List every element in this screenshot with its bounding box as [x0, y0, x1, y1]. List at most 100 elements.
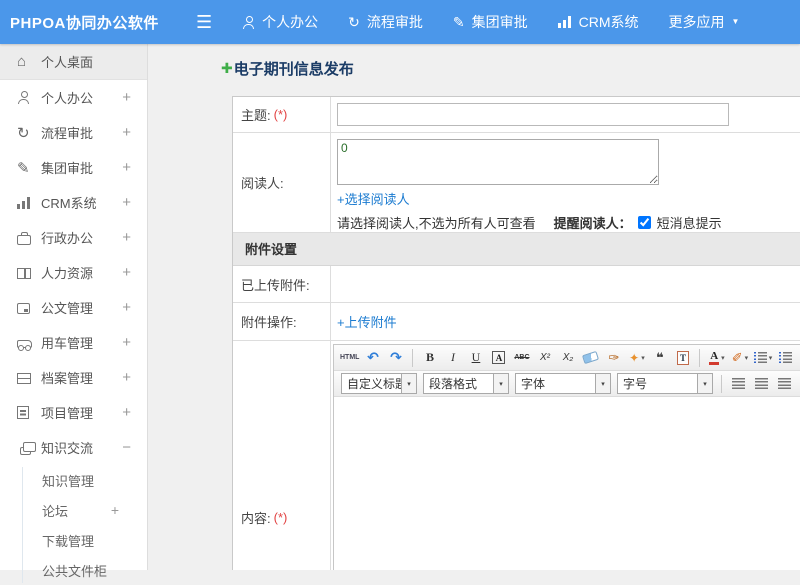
expand-toggle[interactable]: +: [122, 264, 131, 281]
edit-icon: ✎: [17, 159, 41, 177]
sidebar-subitem-label: 下载管理: [42, 531, 119, 550]
label-text: 阅读人:: [241, 173, 284, 192]
sidebar-item-document-mgmt[interactable]: 公文管理 +: [0, 290, 147, 325]
underline-button[interactable]: U: [465, 347, 486, 368]
sidebar-item-hr[interactable]: 人力资源 +: [0, 255, 147, 290]
align-left-button[interactable]: [728, 373, 749, 394]
nav-personal-office[interactable]: 个人办公: [242, 12, 318, 32]
readers-note: 请选择阅读人,不选为所有人可查看: [337, 213, 536, 232]
caret-down-icon: ▾: [721, 354, 725, 362]
sidebar-item-vehicle-mgmt[interactable]: 用车管理 +: [0, 325, 147, 360]
undo-button[interactable]: ↶: [362, 347, 383, 368]
align-right-icon: [778, 378, 791, 389]
paste-plain-text-button[interactable]: T: [672, 347, 693, 368]
page-title: ✚ 电子期刊信息发布: [221, 58, 800, 79]
format-eraser-button[interactable]: [580, 347, 601, 368]
sidebar-subitem-download-mgmt[interactable]: 下载管理: [0, 525, 147, 555]
page-title-text: 电子期刊信息发布: [234, 58, 354, 79]
sidebar-item-personal-office[interactable]: 个人办公 +: [0, 80, 147, 115]
nav-label: 集团审批: [472, 12, 528, 32]
readers-textarea[interactable]: 0: [337, 139, 659, 185]
custom-title-select[interactable]: 自定义标题 ▾: [341, 373, 417, 394]
expand-toggle[interactable]: +: [122, 194, 131, 211]
sidebar-subitem-knowledge-mgmt[interactable]: 知识管理: [0, 465, 147, 495]
paragraph-format-select[interactable]: 段落格式 ▾: [423, 373, 509, 394]
subject-value-cell: [331, 97, 800, 132]
sidebar-item-label: 项目管理: [41, 403, 122, 422]
nav-workflow-approval[interactable]: ↻ 流程审批: [348, 12, 423, 32]
required-mark: (*): [274, 510, 288, 525]
caret-down-icon: ▾: [769, 354, 773, 362]
highlight-button[interactable]: ✐▾: [729, 347, 750, 368]
person-icon: [242, 16, 255, 29]
uploaded-attachments-value: [331, 266, 800, 302]
expand-toggle[interactable]: +: [122, 299, 131, 316]
bullet-list-icon: [779, 352, 792, 363]
person-icon: [17, 91, 41, 104]
sidebar-item-project-mgmt[interactable]: 项目管理 +: [0, 395, 147, 430]
align-right-button[interactable]: [774, 373, 795, 394]
numbered-list-icon: [754, 352, 767, 363]
bar-chart-icon: [17, 197, 41, 209]
format-painter-button[interactable]: ✑: [603, 347, 624, 368]
sidebar-item-group-approval[interactable]: ✎ 集团审批 +: [0, 150, 147, 185]
clipboard-text-icon: T: [677, 351, 689, 365]
sidebar-item-admin-office[interactable]: 行政办公 +: [0, 220, 147, 255]
bold-button[interactable]: B: [419, 347, 440, 368]
subscript-button[interactable]: X₂: [557, 347, 578, 368]
hamburger-menu-icon[interactable]: ☰: [196, 13, 212, 31]
content-value-cell: HTML ↶ ↷ B I U A ABC X² X₂ ✑ ✦▾: [331, 341, 800, 570]
sidebar-item-knowledge-exchange[interactable]: 知识交流 −: [0, 430, 147, 465]
font-size-select[interactable]: 字号 ▾: [617, 373, 713, 394]
content-label: 内容: (*): [233, 341, 331, 570]
strikethrough-button[interactable]: ABC: [511, 347, 532, 368]
expand-toggle[interactable]: +: [122, 404, 131, 421]
quote-icon: ❝: [656, 350, 664, 366]
unordered-list-button[interactable]: [775, 347, 796, 368]
nav-crm-system[interactable]: CRM系统: [558, 12, 639, 32]
nav-group-approval[interactable]: ✎ 集团审批: [453, 12, 528, 32]
sidebar-item-desktop[interactable]: ⌂ 个人桌面: [0, 44, 147, 80]
expand-toggle[interactable]: +: [122, 369, 131, 386]
sidebar-item-label: 知识交流: [41, 438, 122, 457]
subject-input[interactable]: [337, 103, 729, 126]
sidebar-item-label: 个人桌面: [41, 52, 131, 71]
subscript-icon: X₂: [563, 352, 573, 363]
rich-text-editor: HTML ↶ ↷ B I U A ABC X² X₂ ✑ ✦▾: [333, 344, 800, 570]
upload-attachment-link[interactable]: +上传附件: [337, 312, 800, 331]
sidebar-subitem-forum[interactable]: 论坛 +: [0, 495, 147, 525]
editor-content-area[interactable]: [334, 397, 800, 570]
sidebar-item-crm[interactable]: CRM系统 +: [0, 185, 147, 220]
align-left-icon: [732, 378, 745, 389]
font-border-button[interactable]: A: [488, 347, 509, 368]
auto-typeset-button[interactable]: ✦▾: [626, 347, 647, 368]
redo-button[interactable]: ↷: [385, 347, 406, 368]
expand-toggle[interactable]: +: [122, 159, 131, 176]
readers-label: 阅读人:: [233, 133, 331, 232]
ordered-list-button[interactable]: ▾: [752, 347, 773, 368]
italic-button[interactable]: I: [442, 347, 463, 368]
attachment-operation-label: 附件操作:: [233, 303, 331, 340]
boxed-a-icon: A: [492, 351, 505, 364]
sidebar-item-workflow-approval[interactable]: ↻ 流程审批 +: [0, 115, 147, 150]
font-family-select[interactable]: 字体 ▾: [515, 373, 611, 394]
magic-wand-icon: ✦: [629, 351, 639, 365]
expand-toggle[interactable]: +: [122, 229, 131, 246]
sms-notify-checkbox[interactable]: [638, 216, 651, 229]
blockquote-button[interactable]: ❝: [649, 347, 670, 368]
expand-toggle[interactable]: +: [122, 89, 131, 106]
choose-readers-link[interactable]: +选择阅读人: [337, 192, 410, 207]
collapse-toggle[interactable]: −: [122, 439, 131, 456]
editor-toolbar-row2: 自定义标题 ▾ 段落格式 ▾ 字体 ▾ 字号 ▾: [334, 371, 800, 397]
font-color-button[interactable]: A▾: [706, 347, 727, 368]
sidebar-subitem-public-cabinet[interactable]: 公共文件柜: [0, 555, 147, 585]
align-center-button[interactable]: [751, 373, 772, 394]
nav-more-apps[interactable]: 更多应用 ▼: [669, 12, 740, 32]
expand-toggle[interactable]: +: [122, 334, 131, 351]
expand-toggle[interactable]: +: [111, 502, 119, 518]
expand-toggle[interactable]: +: [122, 124, 131, 141]
sidebar-item-archive-mgmt[interactable]: 档案管理 +: [0, 360, 147, 395]
html-source-button[interactable]: HTML: [339, 347, 360, 368]
superscript-button[interactable]: X²: [534, 347, 555, 368]
nav-label: 更多应用: [669, 12, 725, 32]
